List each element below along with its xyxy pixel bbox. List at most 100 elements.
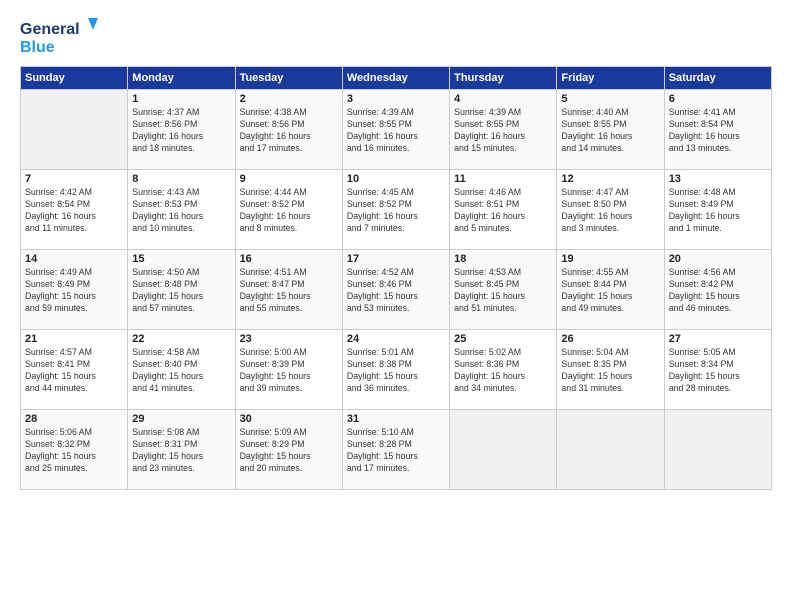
calendar-cell: 12 Sunrise: 4:47 AM Sunset: 8:50 PM Dayli…: [557, 170, 664, 250]
day-info: Sunrise: 5:10 AM Sunset: 8:28 PM Dayligh…: [347, 427, 445, 475]
calendar-cell: 8 Sunrise: 4:43 AM Sunset: 8:53 PM Daylig…: [128, 170, 235, 250]
calendar-cell: 9Sunrise: 4:44 AM Sunset: 8:52 PM Daylig…: [235, 170, 342, 250]
calendar-cell: 28 Sunrise: 5:06 AM Sunset: 8:32 PM Dayli…: [21, 410, 128, 490]
calendar-cell: 7Sunrise: 4:42 AM Sunset: 8:54 PM Daylig…: [21, 170, 128, 250]
day-number: 17: [347, 253, 445, 265]
day-info: Sunrise: 5:00 AM Sunset: 8:39 PM Dayligh…: [240, 347, 338, 395]
calendar-cell: 25 Sunrise: 5:02 AM Sunset: 8:36 PM Dayli…: [450, 330, 557, 410]
day-info: Sunrise: 4:37 AM Sunset: 8:56 PM Dayligh…: [132, 107, 230, 155]
calendar-week-row: 14 Sunrise: 4:49 AM Sunset: 8:49 PM Dayli…: [21, 250, 772, 330]
logo: GeneralBlue: [20, 16, 100, 56]
day-number: 22: [132, 333, 230, 345]
day-number: 14: [25, 253, 123, 265]
calendar-cell: 26Sunrise: 5:04 AM Sunset: 8:35 PM Dayli…: [557, 330, 664, 410]
day-number: 8: [132, 173, 230, 185]
calendar-cell: 31 Sunrise: 5:10 AM Sunset: 8:28 PM Dayli…: [342, 410, 449, 490]
day-info: Sunrise: 4:56 AM Sunset: 8:42 PM Dayligh…: [669, 267, 767, 315]
calendar-week-row: 28 Sunrise: 5:06 AM Sunset: 8:32 PM Dayli…: [21, 410, 772, 490]
day-number: 25: [454, 333, 552, 345]
day-number: 29: [132, 413, 230, 425]
calendar-cell: [450, 410, 557, 490]
day-number: 12: [561, 173, 659, 185]
weekday-header: Saturday: [664, 67, 771, 90]
weekday-header: Thursday: [450, 67, 557, 90]
day-number: 30: [240, 413, 338, 425]
calendar-cell: [557, 410, 664, 490]
calendar-week-row: 21 Sunrise: 4:57 AM Sunset: 8:41 PM Dayli…: [21, 330, 772, 410]
day-info: Sunrise: 4:45 AM Sunset: 8:52 PM Dayligh…: [347, 187, 445, 235]
calendar-week-row: 1 Sunrise: 4:37 AM Sunset: 8:56 PM Daylig…: [21, 90, 772, 170]
day-number: 13: [669, 173, 767, 185]
day-number: 10: [347, 173, 445, 185]
day-number: 2: [240, 93, 338, 105]
day-number: 1: [132, 93, 230, 105]
day-info: Sunrise: 4:47 AM Sunset: 8:50 PM Dayligh…: [561, 187, 659, 235]
logo-icon: GeneralBlue: [20, 16, 100, 56]
calendar-cell: 23 Sunrise: 5:00 AM Sunset: 8:39 PM Dayli…: [235, 330, 342, 410]
calendar-cell: 1 Sunrise: 4:37 AM Sunset: 8:56 PM Daylig…: [128, 90, 235, 170]
day-info: Sunrise: 5:06 AM Sunset: 8:32 PM Dayligh…: [25, 427, 123, 475]
calendar-week-row: 7Sunrise: 4:42 AM Sunset: 8:54 PM Daylig…: [21, 170, 772, 250]
calendar-cell: [664, 410, 771, 490]
calendar-cell: 29 Sunrise: 5:08 AM Sunset: 8:31 PM Dayli…: [128, 410, 235, 490]
calendar-cell: 24 Sunrise: 5:01 AM Sunset: 8:38 PM Dayli…: [342, 330, 449, 410]
calendar-cell: 30 Sunrise: 5:09 AM Sunset: 8:29 PM Dayli…: [235, 410, 342, 490]
day-number: 20: [669, 253, 767, 265]
calendar-cell: 17 Sunrise: 4:52 AM Sunset: 8:46 PM Dayli…: [342, 250, 449, 330]
day-info: Sunrise: 4:51 AM Sunset: 8:47 PM Dayligh…: [240, 267, 338, 315]
calendar-cell: 4 Sunrise: 4:39 AM Sunset: 8:55 PM Daylig…: [450, 90, 557, 170]
day-info: Sunrise: 4:55 AM Sunset: 8:44 PM Dayligh…: [561, 267, 659, 315]
page-header: GeneralBlue: [20, 16, 772, 56]
day-info: Sunrise: 4:43 AM Sunset: 8:53 PM Dayligh…: [132, 187, 230, 235]
weekday-header: Sunday: [21, 67, 128, 90]
day-info: Sunrise: 4:53 AM Sunset: 8:45 PM Dayligh…: [454, 267, 552, 315]
day-number: 4: [454, 93, 552, 105]
calendar-cell: 22 Sunrise: 4:58 AM Sunset: 8:40 PM Dayli…: [128, 330, 235, 410]
calendar-cell: 3Sunrise: 4:39 AM Sunset: 8:55 PM Daylig…: [342, 90, 449, 170]
day-info: Sunrise: 4:50 AM Sunset: 8:48 PM Dayligh…: [132, 267, 230, 315]
calendar-cell: 5Sunrise: 4:40 AM Sunset: 8:55 PM Daylig…: [557, 90, 664, 170]
day-number: 6: [669, 93, 767, 105]
day-info: Sunrise: 4:39 AM Sunset: 8:55 PM Dayligh…: [454, 107, 552, 155]
day-info: Sunrise: 4:49 AM Sunset: 8:49 PM Dayligh…: [25, 267, 123, 315]
svg-text:General: General: [20, 21, 80, 38]
day-info: Sunrise: 5:02 AM Sunset: 8:36 PM Dayligh…: [454, 347, 552, 395]
calendar-cell: 11Sunrise: 4:46 AM Sunset: 8:51 PM Dayli…: [450, 170, 557, 250]
calendar-cell: 21 Sunrise: 4:57 AM Sunset: 8:41 PM Dayli…: [21, 330, 128, 410]
calendar-cell: 15Sunrise: 4:50 AM Sunset: 8:48 PM Dayli…: [128, 250, 235, 330]
day-info: Sunrise: 4:52 AM Sunset: 8:46 PM Dayligh…: [347, 267, 445, 315]
weekday-header: Monday: [128, 67, 235, 90]
weekday-header-row: SundayMondayTuesdayWednesdayThursdayFrid…: [21, 67, 772, 90]
day-info: Sunrise: 4:44 AM Sunset: 8:52 PM Dayligh…: [240, 187, 338, 235]
day-number: 18: [454, 253, 552, 265]
day-number: 21: [25, 333, 123, 345]
day-info: Sunrise: 4:42 AM Sunset: 8:54 PM Dayligh…: [25, 187, 123, 235]
day-info: Sunrise: 4:58 AM Sunset: 8:40 PM Dayligh…: [132, 347, 230, 395]
day-info: Sunrise: 4:41 AM Sunset: 8:54 PM Dayligh…: [669, 107, 767, 155]
day-number: 28: [25, 413, 123, 425]
day-number: 16: [240, 253, 338, 265]
calendar-cell: 18 Sunrise: 4:53 AM Sunset: 8:45 PM Dayli…: [450, 250, 557, 330]
day-info: Sunrise: 4:38 AM Sunset: 8:56 PM Dayligh…: [240, 107, 338, 155]
day-number: 27: [669, 333, 767, 345]
day-info: Sunrise: 5:09 AM Sunset: 8:29 PM Dayligh…: [240, 427, 338, 475]
day-number: 3: [347, 93, 445, 105]
day-info: Sunrise: 5:01 AM Sunset: 8:38 PM Dayligh…: [347, 347, 445, 395]
calendar-cell: 14 Sunrise: 4:49 AM Sunset: 8:49 PM Dayli…: [21, 250, 128, 330]
day-number: 31: [347, 413, 445, 425]
day-info: Sunrise: 4:40 AM Sunset: 8:55 PM Dayligh…: [561, 107, 659, 155]
weekday-header: Wednesday: [342, 67, 449, 90]
svg-text:Blue: Blue: [20, 39, 55, 56]
calendar-cell: 19 Sunrise: 4:55 AM Sunset: 8:44 PM Dayli…: [557, 250, 664, 330]
weekday-header: Friday: [557, 67, 664, 90]
day-number: 24: [347, 333, 445, 345]
day-info: Sunrise: 5:08 AM Sunset: 8:31 PM Dayligh…: [132, 427, 230, 475]
day-number: 19: [561, 253, 659, 265]
calendar-cell: 10 Sunrise: 4:45 AM Sunset: 8:52 PM Dayli…: [342, 170, 449, 250]
day-info: Sunrise: 4:48 AM Sunset: 8:49 PM Dayligh…: [669, 187, 767, 235]
calendar-cell: 6 Sunrise: 4:41 AM Sunset: 8:54 PM Daylig…: [664, 90, 771, 170]
calendar-cell: 13 Sunrise: 4:48 AM Sunset: 8:49 PM Dayli…: [664, 170, 771, 250]
day-number: 23: [240, 333, 338, 345]
day-info: Sunrise: 4:57 AM Sunset: 8:41 PM Dayligh…: [25, 347, 123, 395]
calendar-table: SundayMondayTuesdayWednesdayThursdayFrid…: [20, 66, 772, 490]
